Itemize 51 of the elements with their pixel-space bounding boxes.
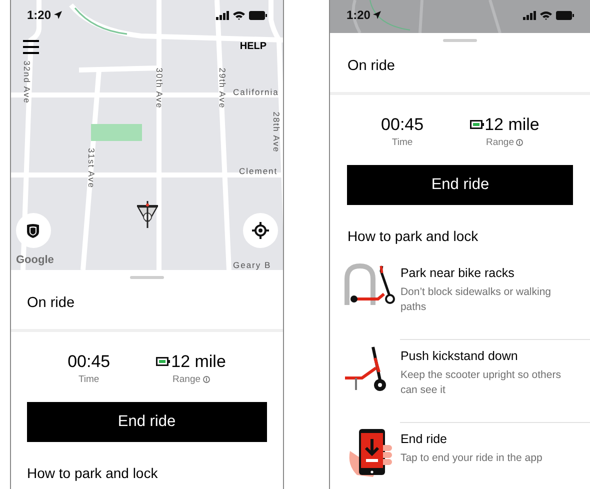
status-time: 1:20 xyxy=(346,7,370,24)
signal-icon xyxy=(523,10,536,20)
sheet-handle[interactable] xyxy=(443,39,478,42)
range-value: 12 mile xyxy=(484,114,540,135)
step-title: End ride xyxy=(400,431,448,447)
time-value: 00:45 xyxy=(68,352,110,372)
section-heading: How to park and lock xyxy=(346,227,480,246)
bike-rack-scooter-icon xyxy=(344,263,396,305)
section-heading: How to park and lock xyxy=(26,464,159,483)
street-label: 32nd Ave xyxy=(22,60,31,104)
info-icon xyxy=(202,376,210,384)
locate-me-button[interactable] xyxy=(242,213,278,248)
step-title: Push kickstand down xyxy=(400,348,519,364)
signal-icon xyxy=(216,10,229,20)
help-button[interactable]: HELP xyxy=(240,39,267,54)
street-label: 31st Ave xyxy=(86,148,96,188)
stat-label: Range xyxy=(486,136,514,150)
wifi-icon xyxy=(540,10,552,20)
location-arrow-icon xyxy=(373,11,382,19)
info-icon xyxy=(516,139,523,146)
scooter-marker-icon xyxy=(134,201,160,228)
street-label: 29th Ave xyxy=(218,68,227,109)
end-ride-button[interactable]: End ride xyxy=(26,402,267,442)
safety-shield-button[interactable] xyxy=(16,213,51,248)
street-label: California xyxy=(232,88,279,96)
step-title: Park near bike racks xyxy=(400,265,516,281)
stat-label: Range xyxy=(172,372,201,387)
status-time: 1:20 xyxy=(26,7,52,24)
street-label: Geary B xyxy=(232,261,272,270)
battery-level-icon xyxy=(156,357,170,366)
range-value: 12 mile xyxy=(171,352,226,372)
sheet-title: On ride xyxy=(26,294,76,313)
step-description: Tap to end your ride in the app xyxy=(400,451,544,466)
menu-icon[interactable] xyxy=(22,40,39,54)
time-value: 00:45 xyxy=(381,114,424,135)
wifi-icon xyxy=(232,10,245,20)
crosshair-icon xyxy=(252,222,269,239)
street-label: Clement xyxy=(238,167,278,176)
battery-level-icon xyxy=(470,120,484,130)
sheet-title: On ride xyxy=(346,57,396,76)
step-description: Don’t block sidewalks or walking paths xyxy=(400,285,552,315)
street-label: 28th Ave xyxy=(272,112,281,153)
stat-label: Time xyxy=(392,136,413,150)
shield-icon xyxy=(27,224,40,238)
step-description: Keep the scooter upright so others can see it xyxy=(400,368,562,398)
sheet-handle[interactable] xyxy=(130,276,164,279)
end-ride-button[interactable]: End ride xyxy=(347,165,573,205)
map-attribution: Google xyxy=(16,253,54,268)
location-arrow-icon xyxy=(54,11,62,19)
street-label: 30th Ave xyxy=(155,68,164,109)
stat-label: Time xyxy=(78,372,100,387)
